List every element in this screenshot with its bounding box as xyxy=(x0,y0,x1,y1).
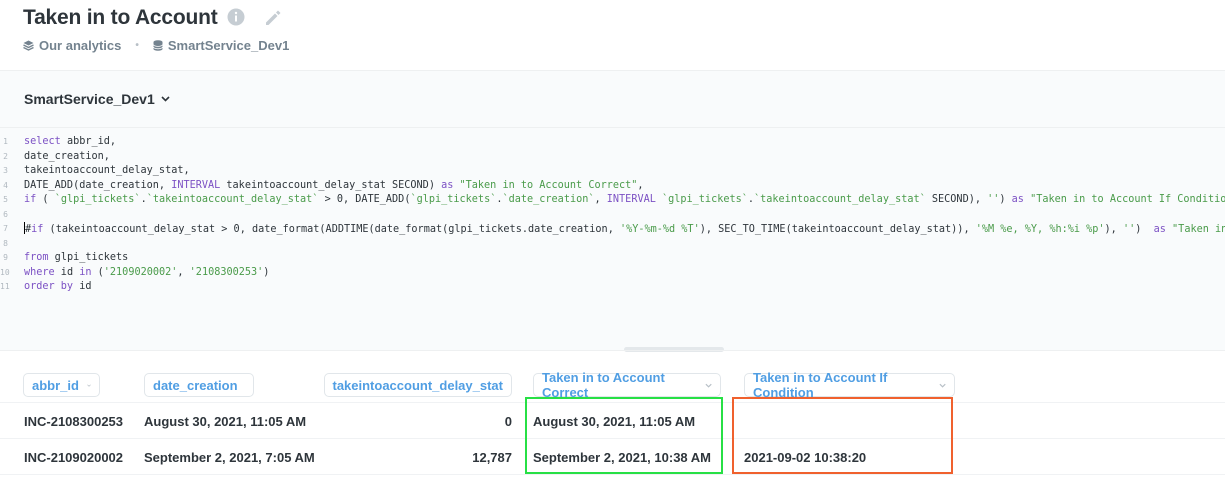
line-number: 5 xyxy=(3,195,8,204)
sql-code-editor[interactable]: 1 select abbr_id, 2 date_creation, 3 takeinto… xyxy=(0,135,1225,335)
column-header-taken-if-condition[interactable]: Taken in to Account If Condition xyxy=(744,370,955,400)
code-line: 2 date_creation, xyxy=(0,150,1225,165)
code-line: 11 order by id xyxy=(0,280,1225,295)
column-header-taken-correct[interactable]: Taken in to Account Correct xyxy=(533,370,721,400)
column-header-label: Taken in to Account Correct xyxy=(542,370,665,400)
code-line: 9 from glpi_tickets xyxy=(0,251,1225,266)
code-line: 5 if ( `glpi_tickets`.`takeintoaccount_de… xyxy=(0,193,1225,208)
code-line-text: takeintoaccount_delay_stat, xyxy=(24,165,190,176)
breadcrumb-database-label: SmartService_Dev1 xyxy=(167,38,290,53)
cell-delay-stat: 0 xyxy=(504,414,512,429)
code-line-text: select abbr_id, xyxy=(24,136,117,147)
line-number: 7 xyxy=(3,224,8,233)
cell-date-creation: August 30, 2021, 11:05 AM xyxy=(144,414,307,429)
cell-delay-stat: 12,787 xyxy=(472,450,512,465)
collection-icon xyxy=(23,40,34,51)
code-line: 7 #if (takeintoaccount_delay_stat > 0, da… xyxy=(0,222,1225,237)
page-header: Taken in to Account Our analytics • Smar… xyxy=(0,0,1225,70)
info-icon[interactable] xyxy=(227,8,245,26)
code-line-text: date_creation, xyxy=(24,150,110,162)
line-number: 2 xyxy=(3,151,8,161)
column-header-label: date_creation xyxy=(153,377,238,393)
code-line: 1 select abbr_id, xyxy=(0,135,1225,150)
editor-divider xyxy=(0,127,1225,128)
line-number: 3 xyxy=(3,166,8,175)
chevron-down-icon xyxy=(939,383,946,388)
code-line-text: #if (takeintoaccount_delay_stat > 0, dat… xyxy=(24,222,1225,235)
breadcrumb-collection[interactable]: Our analytics xyxy=(23,38,121,53)
code-line-text: DATE_ADD(date_creation, INTERVAL takeint… xyxy=(24,179,644,191)
results-divider xyxy=(0,350,1225,351)
breadcrumb-collection-label: Our analytics xyxy=(39,38,122,53)
breadcrumb-database[interactable]: SmartService_Dev1 xyxy=(152,38,290,53)
chevron-down-icon xyxy=(161,96,170,102)
highlight-box-green xyxy=(525,397,723,474)
cell-abbr-id: INC-2108300253 xyxy=(24,414,124,429)
cell-date-creation: September 2, 2021, 7:05 AM xyxy=(144,450,315,465)
column-header-abbr-id[interactable]: abbr_id xyxy=(23,373,100,397)
line-number: 1 xyxy=(3,137,8,146)
line-number: 10 xyxy=(0,267,10,277)
breadcrumb-separator: • xyxy=(135,40,139,51)
code-line-text: where id in ('2109020002', '2108300253') xyxy=(24,266,270,278)
highlight-box-orange xyxy=(732,397,953,474)
code-line-text: order by id xyxy=(24,281,92,292)
code-line: 3 takeintoaccount_delay_stat, xyxy=(0,164,1225,179)
cell-abbr-id: INC-2109020002 xyxy=(24,450,124,465)
code-line-text: if ( `glpi_tickets`.`takeintoaccount_del… xyxy=(24,194,1225,205)
line-number: 11 xyxy=(0,282,10,291)
page-title[interactable]: Taken in to Account xyxy=(23,6,218,30)
database-icon xyxy=(152,40,163,51)
code-line: 6 xyxy=(0,208,1225,223)
line-number: 9 xyxy=(3,253,8,262)
code-line: 10 where id in ('2109020002', '2108300253… xyxy=(0,266,1225,281)
column-header-label: Taken in to Account If Condition xyxy=(753,370,888,400)
chevron-down-icon xyxy=(705,383,712,388)
line-number: 6 xyxy=(3,209,8,219)
code-line: 8 xyxy=(0,237,1225,252)
line-number: 4 xyxy=(3,180,8,190)
database-selector[interactable]: SmartService_Dev1 xyxy=(24,91,170,107)
edit-pencil-icon[interactable] xyxy=(263,8,283,28)
column-header-date-creation[interactable]: date_creation xyxy=(144,373,254,397)
column-header-label: abbr_id xyxy=(32,377,79,393)
chevron-down-icon xyxy=(87,384,91,387)
database-selector-label: SmartService_Dev1 xyxy=(24,91,155,107)
breadcrumb: Our analytics • SmartService_Dev1 xyxy=(23,38,289,53)
line-number: 8 xyxy=(3,238,8,248)
column-header-delay-stat[interactable]: takeintoaccount_delay_stat xyxy=(324,373,512,397)
code-line: 4 DATE_ADD(date_creation, INTERVAL takein… xyxy=(0,179,1225,194)
column-header-label: takeintoaccount_delay_stat xyxy=(332,377,503,393)
table-row-separator xyxy=(0,474,1225,475)
code-line-text: from glpi_tickets xyxy=(24,252,129,263)
